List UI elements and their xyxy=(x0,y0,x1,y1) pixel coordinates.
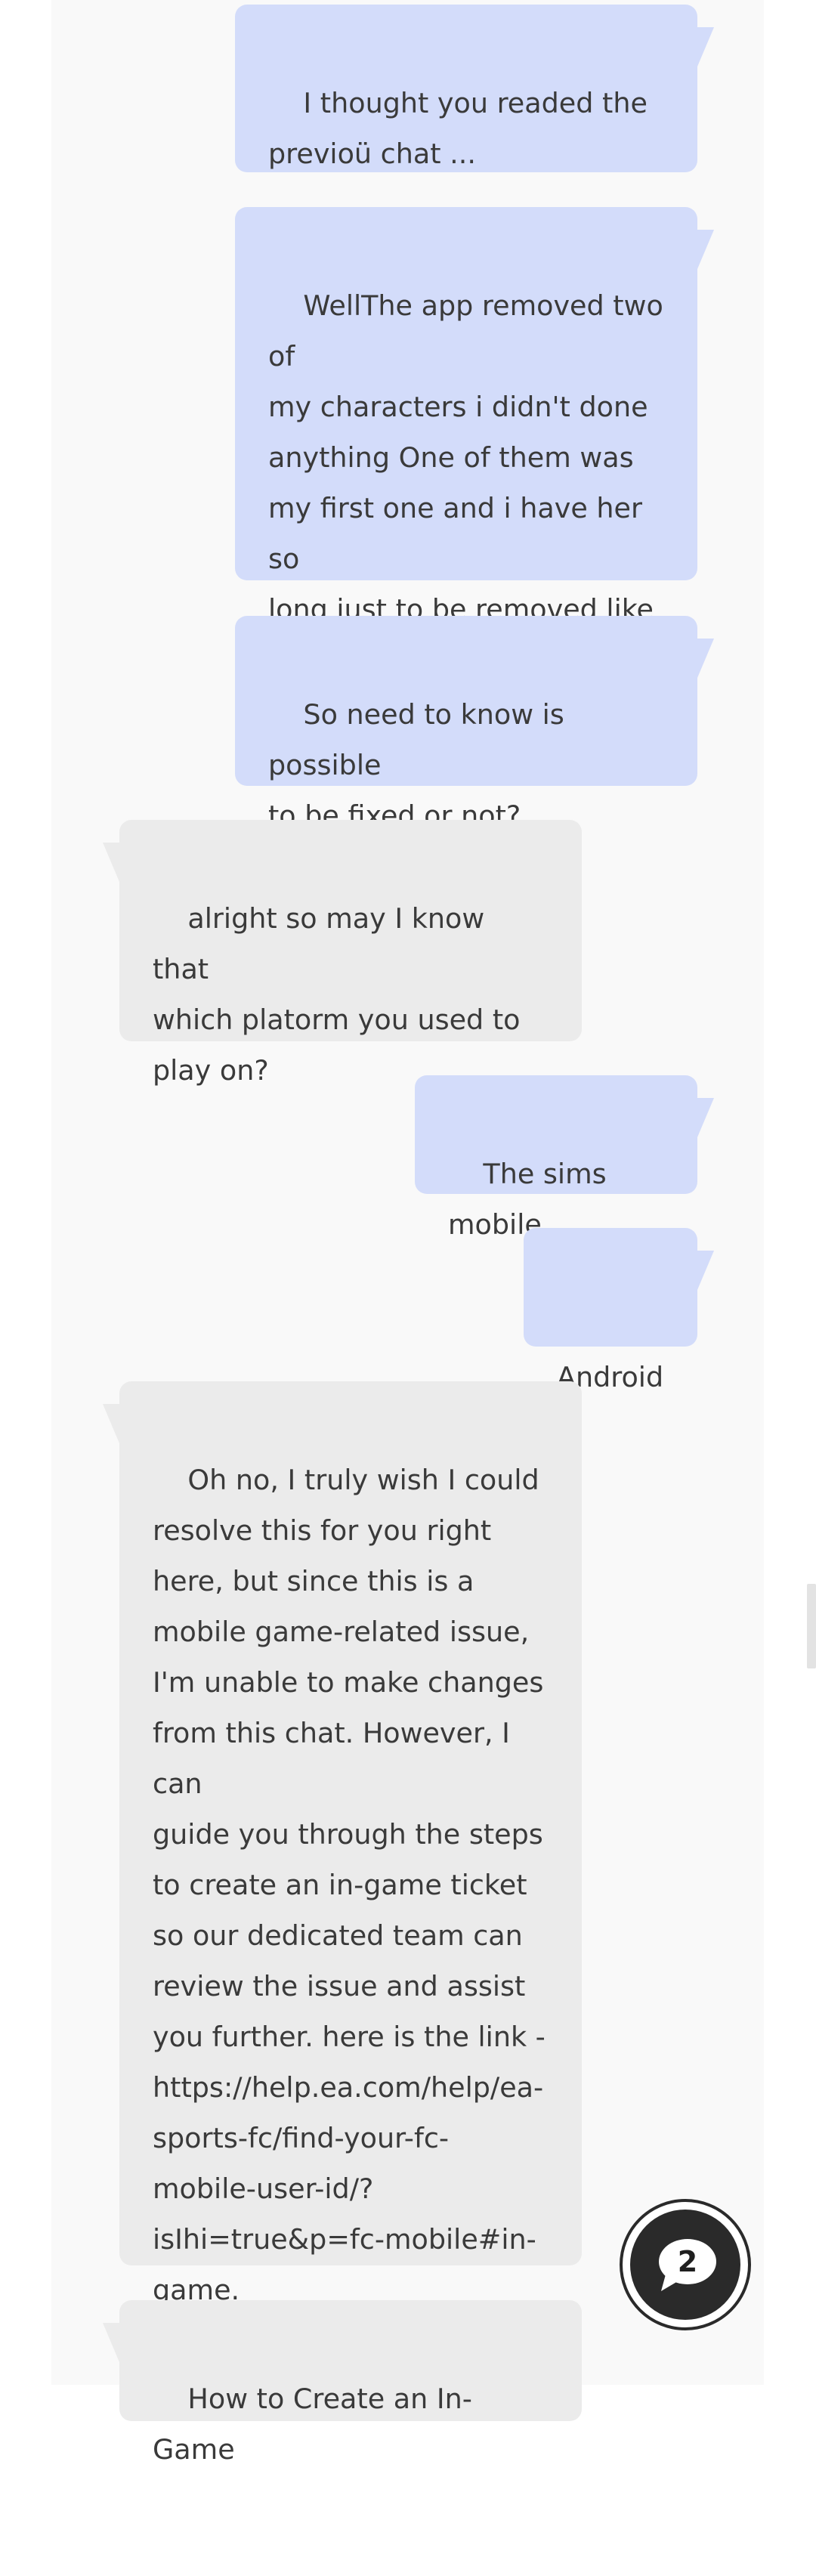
bubble-tail xyxy=(697,1098,714,1137)
chat-launcher-button[interactable]: 2 xyxy=(620,2199,751,2330)
user-message: Android xyxy=(524,1228,714,1393)
agent-message: alright so may I know that which platorm… xyxy=(103,820,582,1087)
bubble-tail xyxy=(103,843,119,882)
user-message: I thought you readed the previoü chat ..… xyxy=(235,5,714,172)
bubble-tail xyxy=(697,230,714,269)
message-text: Oh no, I truly wish I could resolve this… xyxy=(153,1464,546,2306)
message-text: I thought you readed the previoü chat ..… xyxy=(268,87,648,170)
message-text: How to Create an In-Game xyxy=(153,2383,472,2466)
user-message: So need to know is possible to be fixed … xyxy=(235,616,714,832)
chat-launcher-fill: 2 xyxy=(630,2210,740,2320)
agent-message: How to Create an In-Game xyxy=(103,2300,582,2466)
chat-transcript: I thought you readed the previoü chat ..… xyxy=(51,0,764,2466)
bubble-tail xyxy=(103,2323,119,2362)
bubble-tail xyxy=(697,639,714,678)
message-text: alright so may I know that which platorm… xyxy=(153,902,521,1087)
agent-message: Oh no, I truly wish I could resolve this… xyxy=(103,1381,582,2306)
unread-count-badge: 2 xyxy=(677,2245,698,2278)
bubble-tail xyxy=(103,1404,119,1443)
message-text: So need to know is possible to be fixed … xyxy=(268,698,564,832)
bubble-tail xyxy=(697,27,714,66)
scrollbar-thumb[interactable] xyxy=(807,1584,816,1668)
user-message: WellThe app removed two of my characters… xyxy=(235,207,714,676)
bubble-tail xyxy=(697,1251,714,1290)
user-message: The sims mobile xyxy=(415,1075,714,1241)
